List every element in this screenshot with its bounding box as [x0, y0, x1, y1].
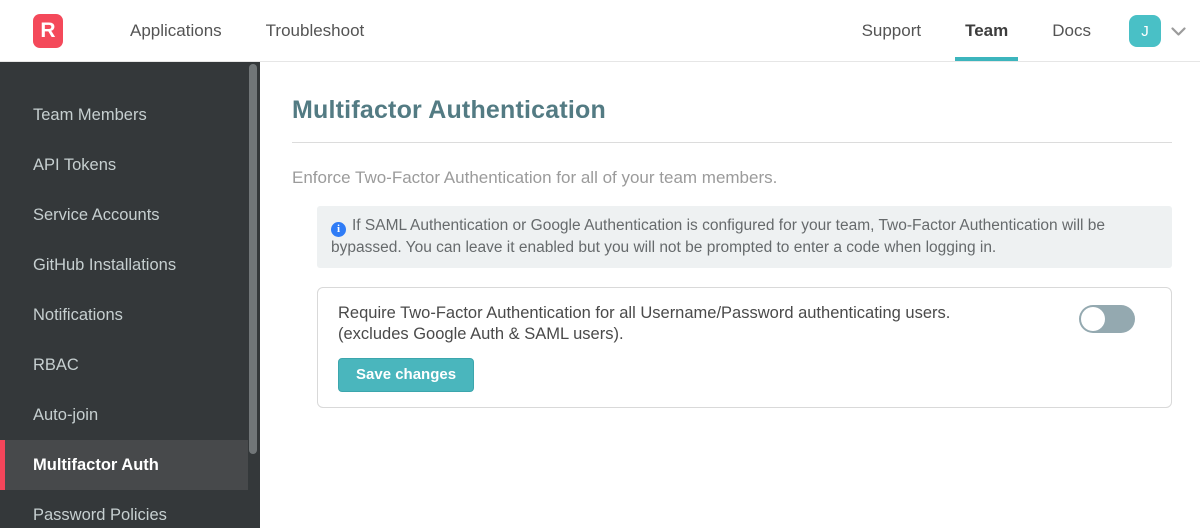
save-changes-button[interactable]: Save changes [338, 358, 475, 392]
sidebar-item-notifications[interactable]: Notifications [0, 290, 260, 340]
sidebar-item-password-policies[interactable]: Password Policies [0, 490, 260, 528]
main-content: Multifactor Authentication Enforce Two-F… [260, 62, 1200, 528]
setting-label-line1: Require Two-Factor Authentication for al… [338, 304, 951, 322]
top-header: R Applications Troubleshoot Support Team… [0, 0, 1200, 62]
setting-label: Require Two-Factor Authentication for al… [338, 303, 950, 345]
sidebar-item-multifactor-auth[interactable]: Multifactor Auth [0, 440, 248, 490]
nav-item-support[interactable]: Support [840, 0, 944, 61]
nav-item-applications[interactable]: Applications [108, 0, 244, 61]
nav-item-docs[interactable]: Docs [1030, 0, 1113, 61]
sidebar-item-team-members[interactable]: Team Members [0, 90, 260, 140]
info-icon: i [331, 221, 346, 237]
two-factor-toggle[interactable] [1079, 305, 1135, 333]
chevron-down-icon[interactable] [1171, 24, 1186, 61]
sidebar-item-api-tokens[interactable]: API Tokens [0, 140, 260, 190]
primary-nav: Applications Troubleshoot [108, 0, 386, 61]
brand-logo[interactable]: R [33, 14, 63, 48]
two-factor-setting-card: Require Two-Factor Authentication for al… [317, 287, 1172, 408]
sidebar-item-service-accounts[interactable]: Service Accounts [0, 190, 260, 240]
info-callout-text: If SAML Authentication or Google Authent… [331, 217, 1106, 256]
setting-label-line2: (excludes Google Auth & SAML users). [338, 325, 624, 343]
page-title: Multifactor Authentication [292, 96, 606, 124]
sidebar-scrollbar[interactable] [249, 64, 257, 454]
title-divider [292, 142, 1172, 143]
sidebar-item-auto-join[interactable]: Auto-join [0, 390, 260, 440]
sidebar-item-github-installations[interactable]: GitHub Installations [0, 240, 260, 290]
nav-item-troubleshoot[interactable]: Troubleshoot [244, 0, 387, 61]
nav-item-team[interactable]: Team [943, 0, 1030, 61]
user-avatar[interactable]: J [1129, 15, 1161, 47]
toggle-knob [1081, 307, 1105, 331]
sidebar-item-rbac[interactable]: RBAC [0, 340, 260, 390]
section-description: Enforce Two-Factor Authentication for al… [292, 168, 778, 187]
secondary-nav: Support Team Docs J [840, 0, 1186, 61]
sidebar-list: Team Members API Tokens Service Accounts… [0, 62, 260, 528]
settings-sidebar: Team Members API Tokens Service Accounts… [0, 62, 260, 528]
info-callout: i If SAML Authentication or Google Authen… [317, 206, 1172, 268]
